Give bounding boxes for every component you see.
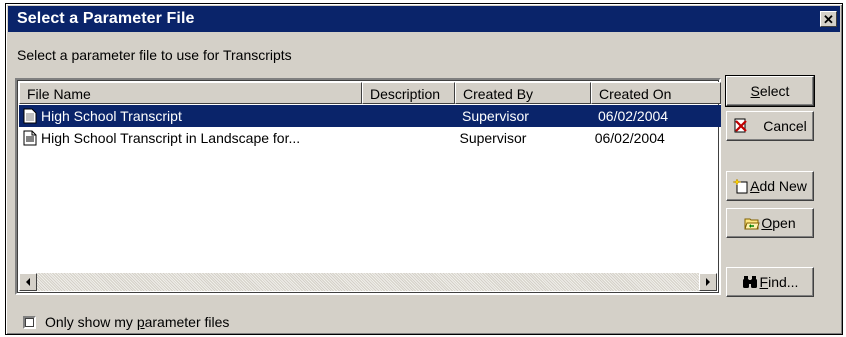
- instruction-text: Select a parameter file to use for Trans…: [17, 47, 292, 63]
- select-button[interactable]: Select: [725, 75, 815, 107]
- only-my-files-accesskey: p: [136, 314, 145, 330]
- find-accesskey: F: [759, 274, 769, 290]
- list-body: High School Transcript Supervisor 06/02/…: [19, 105, 721, 149]
- cancel-label: Cancel: [763, 118, 807, 134]
- add-new-button[interactable]: Add New: [726, 171, 814, 201]
- file-name-cell: High School Transcript in Landscape for.…: [19, 130, 360, 146]
- close-button[interactable]: ✕: [820, 11, 837, 27]
- open-folder-icon: [744, 218, 761, 230]
- binoculars-icon: [742, 276, 757, 288]
- only-my-files-label-post: arameter files: [144, 314, 230, 330]
- only-my-files-checkbox[interactable]: [23, 315, 36, 329]
- close-icon: ✕: [823, 11, 834, 27]
- column-header-created-by[interactable]: Created By: [455, 82, 591, 104]
- list-header: File Name Description Created By Created…: [19, 82, 721, 104]
- horizontal-scrollbar[interactable]: [19, 273, 717, 291]
- parameter-file-dialog: Select a Parameter File ✕ Select a param…: [5, 3, 843, 335]
- list-row[interactable]: High School Transcript Supervisor 06/02/…: [19, 105, 721, 127]
- column-header-created-on[interactable]: Created On: [591, 82, 721, 104]
- column-header-description[interactable]: Description: [362, 82, 455, 104]
- file-created-by: Supervisor: [455, 108, 591, 124]
- scroll-right-button[interactable]: [699, 273, 717, 291]
- column-header-file-name[interactable]: File Name: [19, 82, 362, 104]
- only-my-files-label[interactable]: Only show my parameter files: [45, 314, 229, 330]
- file-name-cell: High School Transcript: [19, 108, 362, 124]
- open-accesskey: O: [761, 215, 773, 231]
- select-label-post: elect: [759, 83, 790, 99]
- arrow-left-icon: [26, 278, 30, 286]
- only-my-files-option[interactable]: Only show my parameter files: [23, 314, 229, 330]
- scroll-left-button[interactable]: [19, 273, 37, 291]
- list-row[interactable]: High School Transcript in Landscape for.…: [19, 127, 717, 149]
- open-label: pen: [772, 215, 796, 231]
- file-name: High School Transcript: [41, 108, 182, 124]
- file-created-on: 06/02/2004: [594, 130, 665, 146]
- find-button[interactable]: Find...: [726, 267, 814, 297]
- only-my-files-label-pre: Only show my: [45, 314, 137, 330]
- open-button[interactable]: Open: [726, 208, 814, 238]
- file-created-on: 06/02/2004: [591, 108, 721, 124]
- add-new-label: dd New: [759, 178, 807, 194]
- title-bar[interactable]: Select a Parameter File ✕: [8, 6, 840, 32]
- cancel-button[interactable]: Cancel: [726, 111, 814, 141]
- document-icon: [23, 108, 37, 124]
- dialog-title: Select a Parameter File: [17, 10, 195, 27]
- select-accesskey: S: [750, 83, 760, 99]
- file-name: High School Transcript in Landscape for.…: [41, 130, 301, 146]
- file-created-by: Supervisor: [459, 130, 527, 146]
- document-icon: [23, 130, 37, 146]
- add-new-accesskey: A: [750, 178, 760, 194]
- add-new-icon: [733, 178, 748, 194]
- parameter-file-list[interactable]: File Name Description Created By Created…: [15, 78, 721, 295]
- find-label: ind...: [768, 274, 799, 290]
- arrow-right-icon: [706, 278, 710, 286]
- cancel-icon: [734, 118, 747, 133]
